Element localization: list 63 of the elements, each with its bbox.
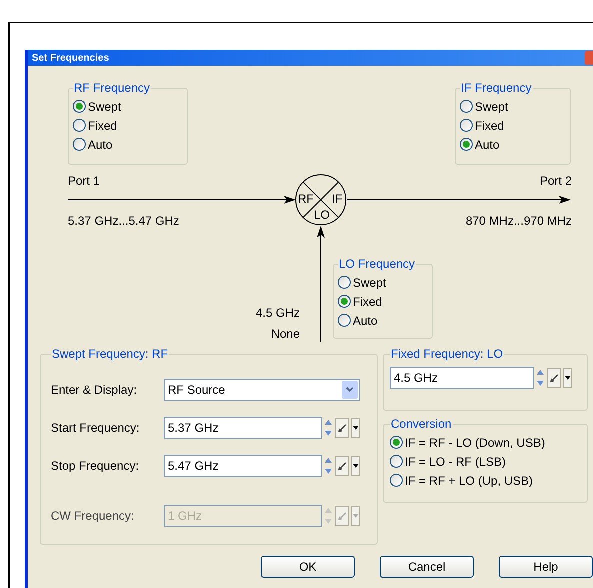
- group-title: IF Frequency: [460, 80, 533, 97]
- units-toggle-button[interactable]: [335, 418, 349, 438]
- radio-button[interactable]: [390, 474, 403, 487]
- group-title: LO Frequency: [338, 256, 416, 273]
- dropdown-button[interactable]: [563, 368, 572, 388]
- port-label: Port 2: [540, 173, 572, 190]
- radio-button[interactable]: [390, 455, 403, 468]
- units-toggle-button[interactable]: [547, 368, 561, 388]
- radio-option[interactable]: Swept: [73, 97, 183, 116]
- radio-option[interactable]: IF = LO - RF (LSB): [390, 452, 581, 471]
- dialog-button[interactable]: OK: [261, 556, 355, 578]
- radio-option[interactable]: Auto: [460, 135, 566, 154]
- field-label: Start Frequency:: [51, 420, 141, 437]
- mixer-symbol: [295, 174, 347, 226]
- radio-button[interactable]: [73, 100, 86, 113]
- radio-button[interactable]: [338, 295, 351, 308]
- dropdown-button[interactable]: [351, 418, 360, 438]
- radio-option[interactable]: IF = RF - LO (Down, USB): [390, 433, 581, 452]
- radio-button[interactable]: [338, 276, 351, 289]
- frequency-field[interactable]: 5.47 GHz: [164, 455, 322, 477]
- dialog-button[interactable]: Help: [499, 556, 593, 578]
- dialog-button[interactable]: Cancel: [380, 556, 474, 578]
- group-title: RF Frequency: [73, 80, 152, 97]
- caret-icon: [352, 426, 358, 430]
- radio-button[interactable]: [390, 436, 403, 449]
- radio-button[interactable]: [73, 119, 86, 132]
- radio-option[interactable]: Auto: [338, 311, 428, 330]
- mixer-port-label: RF: [298, 193, 314, 205]
- group-title: Swept Frequency: RF: [51, 346, 170, 363]
- caret-icon: [564, 376, 570, 380]
- field-label: Enter & Display:: [51, 382, 138, 399]
- field-label: CW Frequency:: [51, 508, 136, 525]
- radio-option[interactable]: Fixed: [338, 292, 428, 311]
- units-toggle-button[interactable]: [335, 506, 349, 526]
- radio-button[interactable]: [338, 314, 351, 327]
- dropdown-button[interactable]: [351, 456, 360, 476]
- radio-button[interactable]: [460, 138, 473, 151]
- radio-option[interactable]: Swept: [460, 97, 566, 116]
- radio-button[interactable]: [460, 119, 473, 132]
- radio-option[interactable]: Fixed: [460, 116, 566, 135]
- units-toggle-button[interactable]: [335, 456, 349, 476]
- radio-button[interactable]: [460, 100, 473, 113]
- window-title: Set Frequencies: [32, 52, 110, 66]
- caret-icon: [352, 514, 358, 518]
- radio-option[interactable]: Auto: [73, 135, 183, 154]
- mixer-port-label: IF: [332, 193, 343, 205]
- radio-option[interactable]: Fixed: [73, 116, 183, 135]
- radio-option[interactable]: IF = RF + LO (Up, USB): [390, 471, 581, 490]
- radio-button[interactable]: [73, 138, 86, 151]
- port-label: Port 1: [68, 173, 100, 190]
- frequency-field[interactable]: 5.37 GHz: [164, 417, 322, 439]
- radio-option[interactable]: Swept: [338, 273, 428, 292]
- group-title: Fixed Frequency: LO: [390, 346, 504, 363]
- lo-value: 4.5 GHz: [256, 305, 300, 322]
- mixer-port-label: LO: [314, 209, 330, 221]
- source-dropdown[interactable]: RF Source: [164, 379, 360, 401]
- frequency-range: 870 MHz...970 MHz: [466, 213, 572, 230]
- group-title: Conversion: [390, 416, 453, 433]
- caret-icon: [352, 464, 358, 468]
- frequency-field[interactable]: 4.5 GHz: [390, 367, 534, 389]
- field-label: Stop Frequency:: [51, 458, 140, 475]
- lo-source: None: [271, 326, 300, 343]
- frequency-range: 5.37 GHz...5.47 GHz: [68, 213, 180, 230]
